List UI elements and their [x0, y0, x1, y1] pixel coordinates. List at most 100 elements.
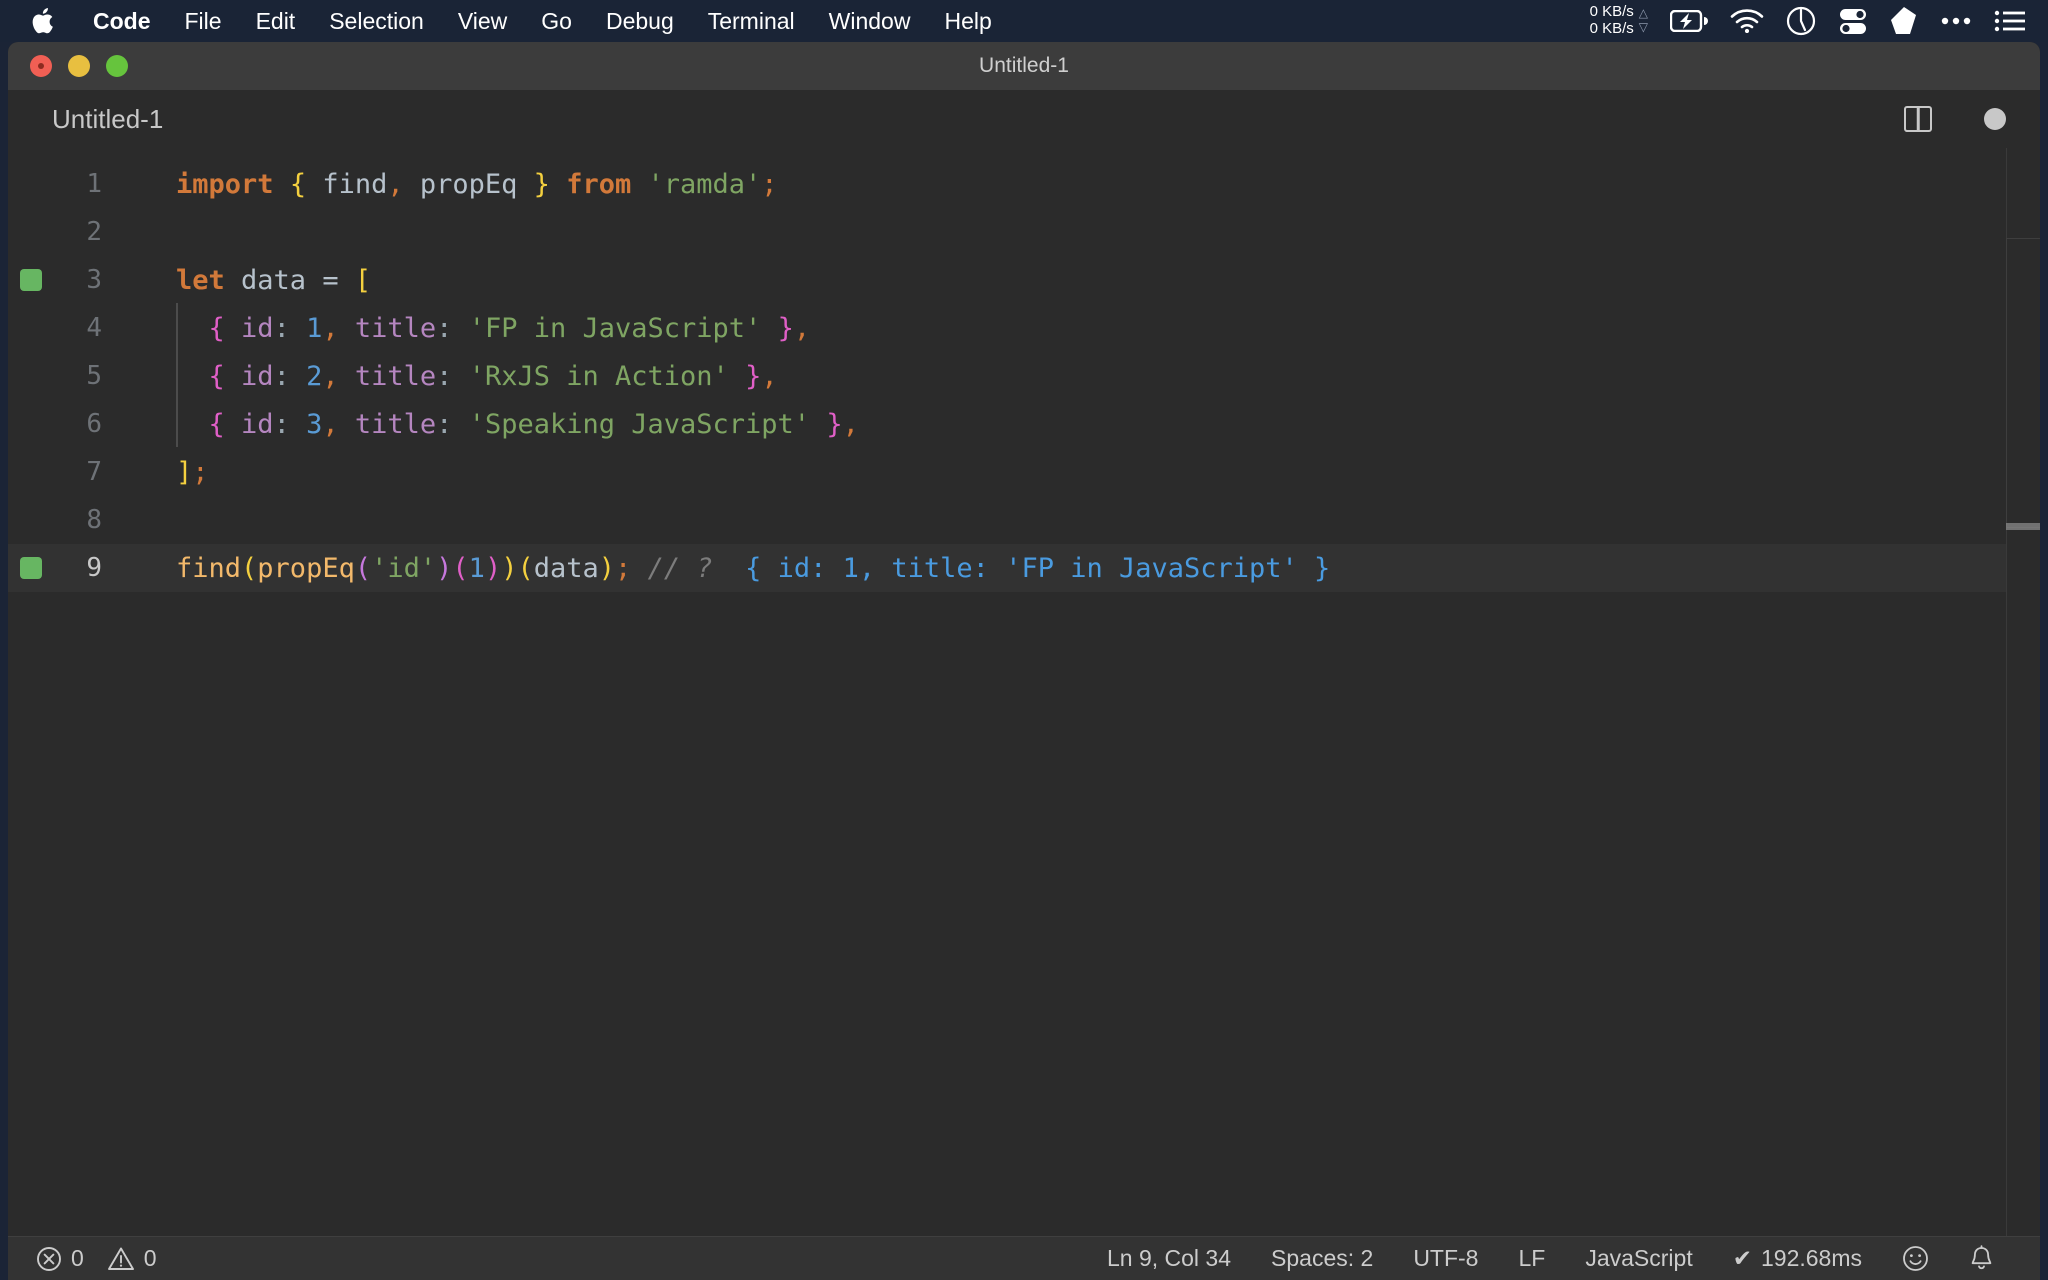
- code-line-7[interactable]: 7];: [8, 448, 2040, 496]
- line-number: 4: [86, 313, 102, 343]
- code-token: ,: [322, 408, 339, 440]
- code-token: :: [436, 360, 453, 392]
- cursor-position-indicator[interactable]: Ln 9, Col 34: [1087, 1237, 1251, 1280]
- tab-untitled-1[interactable]: Untitled-1: [52, 104, 163, 135]
- feedback-button[interactable]: [1882, 1237, 1949, 1280]
- indentation-indicator[interactable]: Spaces: 2: [1251, 1237, 1393, 1280]
- menu-item-terminal[interactable]: Terminal: [691, 0, 812, 42]
- menu-item-selection[interactable]: Selection: [312, 0, 441, 42]
- code-token: }: [777, 312, 794, 344]
- menu-item-file[interactable]: File: [168, 0, 239, 42]
- line-number: 1: [86, 169, 102, 199]
- code-token: ]: [176, 456, 193, 488]
- menu-item-help[interactable]: Help: [927, 0, 1008, 42]
- code-token: :: [436, 312, 453, 344]
- vertical-scrollbar-thumb[interactable]: [2006, 523, 2040, 530]
- code-line-5[interactable]: 5 { id: 2, title: 'RxJS in Action' },: [8, 350, 2040, 400]
- code-token: data: [224, 264, 323, 296]
- maximize-button[interactable]: [106, 55, 128, 77]
- code-token: ,: [793, 312, 811, 344]
- clock-icon[interactable]: [1786, 0, 1816, 42]
- code-token: { id: 1, title: 'FP in JavaScript' }: [712, 552, 1331, 584]
- minimize-button[interactable]: [68, 55, 90, 77]
- code-editor[interactable]: 1 import { find, propEq } from 'ramda'; 2 3…: [8, 148, 2040, 1236]
- code-line-4[interactable]: 4 { id: 1, title: 'FP in JavaScript' },: [8, 302, 2040, 352]
- code-token: }: [533, 168, 550, 200]
- bell-icon: [1969, 1244, 1994, 1273]
- menu-item-edit[interactable]: Edit: [239, 0, 313, 42]
- problems-indicator[interactable]: 0 0: [36, 1237, 177, 1280]
- quokka-status-indicator[interactable]: ✔ 192.68ms: [1713, 1237, 1882, 1280]
- code-token: ;: [615, 552, 632, 584]
- shape-icon[interactable]: [1890, 0, 1918, 42]
- warning-triangle-icon: [107, 1246, 135, 1272]
- code-token: ;: [192, 456, 209, 488]
- split-editor-icon[interactable]: [1904, 106, 1932, 132]
- encoding-indicator[interactable]: UTF-8: [1393, 1237, 1498, 1280]
- network-speed-indicator[interactable]: 0 KB/s 0 KB/s △ ▽: [1589, 3, 1648, 38]
- code-token: ,: [322, 360, 339, 392]
- language-mode-indicator[interactable]: JavaScript: [1565, 1237, 1712, 1280]
- code-token: 'ramda': [647, 168, 762, 200]
- unsaved-changes-dot-icon[interactable]: [1984, 108, 2006, 130]
- code-token: =: [322, 264, 339, 296]
- code-token: {: [208, 408, 225, 440]
- notifications-button[interactable]: [1949, 1237, 2014, 1280]
- close-button[interactable]: [30, 55, 52, 77]
- code-line-text: import { find, propEq } from 'ramda';: [116, 169, 2040, 200]
- toggles-icon[interactable]: [1838, 0, 1868, 42]
- menu-item-view[interactable]: View: [441, 0, 524, 42]
- menu-item-debug[interactable]: Debug: [589, 0, 691, 42]
- code-line-2[interactable]: 2: [8, 208, 2040, 256]
- code-line-text: { id: 3, title: 'Speaking JavaScript' },: [116, 398, 2040, 447]
- code-token: title: [354, 408, 437, 440]
- menu-item-go[interactable]: Go: [524, 0, 589, 42]
- code-lines-container: 1 import { find, propEq } from 'ramda'; 2 3…: [8, 160, 2040, 592]
- code-line-text: find(propEq('id')(1))(data); // ? { id: …: [116, 553, 2040, 584]
- status-bar: 0 0 Ln 9, Col 34 Spaces: 2 UTF-8 LF Java…: [8, 1236, 2040, 1280]
- network-upload-speed: 0 KB/s: [1589, 3, 1634, 21]
- code-token: find: [176, 552, 242, 584]
- menu-item-code[interactable]: Code: [76, 0, 168, 42]
- code-token: data: [533, 552, 599, 584]
- download-arrow-icon: ▽: [1638, 20, 1648, 34]
- code-token: // ?: [647, 552, 713, 584]
- close-dot-icon: [38, 63, 44, 69]
- code-line-9[interactable]: 9 find(propEq('id')(1))(data); // ? { id:…: [8, 544, 2040, 592]
- wifi-icon[interactable]: [1730, 0, 1764, 42]
- code-token: 'RxJS in Action': [468, 360, 729, 392]
- upload-arrow-icon: △: [1638, 6, 1648, 21]
- code-token: 1: [468, 552, 485, 584]
- menu-list-icon[interactable]: [1994, 0, 2026, 42]
- code-token: propEq: [403, 168, 534, 200]
- indent-guide: [176, 302, 178, 351]
- ellipsis-icon[interactable]: [1940, 0, 1972, 42]
- code-line-3[interactable]: 3 let data = [: [8, 256, 2040, 304]
- editor-overview-ruler[interactable]: [2006, 148, 2040, 1236]
- code-line-8[interactable]: 8: [8, 496, 2040, 544]
- code-token: :: [273, 312, 290, 344]
- code-token: title: [354, 360, 437, 392]
- window-title: Untitled-1: [979, 54, 1069, 77]
- code-token: }: [745, 360, 762, 392]
- apple-logo-icon[interactable]: [26, 0, 62, 42]
- quokka-execution-time: 192.68ms: [1760, 1245, 1862, 1271]
- battery-charging-icon[interactable]: [1670, 0, 1708, 42]
- code-line-1[interactable]: 1 import { find, propEq } from 'ramda';: [8, 160, 2040, 208]
- eol-indicator[interactable]: LF: [1498, 1237, 1565, 1280]
- line-number: 2: [86, 217, 102, 247]
- minimap-slider[interactable]: [2006, 238, 2040, 528]
- menu-item-window[interactable]: Window: [812, 0, 928, 42]
- code-token: ;: [761, 168, 778, 200]
- code-token: 'Speaking JavaScript': [468, 408, 811, 440]
- error-count: 0: [71, 1245, 84, 1271]
- code-line-6[interactable]: 6 { id: 3, title: 'Speaking JavaScript' …: [8, 398, 2040, 448]
- window-traffic-lights: [30, 55, 128, 77]
- smiley-icon: [1902, 1245, 1929, 1272]
